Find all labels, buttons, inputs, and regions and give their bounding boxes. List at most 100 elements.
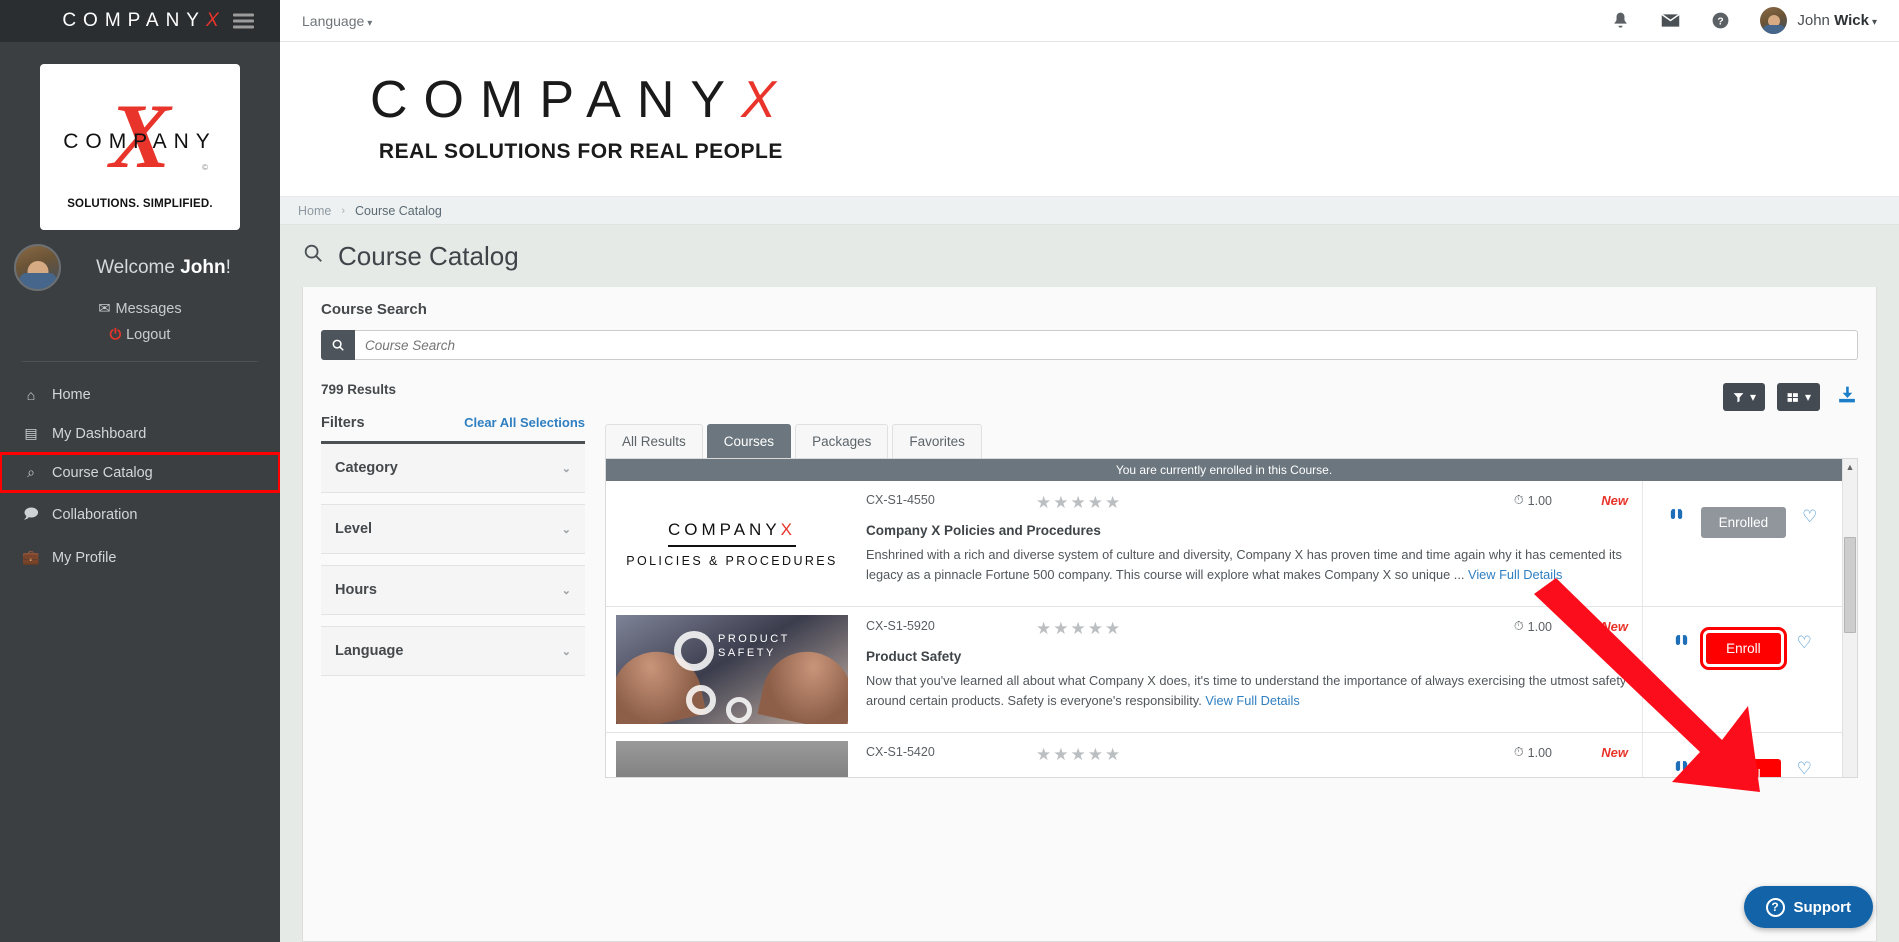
thumbnail-title: PRODUCT SAFETY (718, 633, 790, 661)
avatar (1760, 7, 1788, 34)
filter-button[interactable]: ▾ (1722, 383, 1765, 411)
course-title: Product Safety (866, 649, 962, 664)
tab-packages[interactable]: Packages (795, 424, 889, 458)
favorite-heart-icon[interactable]: ♡ (1802, 507, 1817, 527)
page-header: Course Catalog (280, 225, 1899, 287)
rating-stars[interactable]: ★★★★★ (1036, 493, 1122, 513)
course-title: Introductory Training (866, 775, 1628, 777)
breadcrumb-home[interactable]: Home (298, 204, 331, 218)
sidebar-item-collaboration[interactable]: 🗩 Collaboration (0, 492, 280, 538)
course-search-heading: Course Search (303, 287, 1876, 330)
course-card[interactable]: INTRODUCTORY CX-S1-5420 ★★★★★ ⏱1.00 (606, 733, 1842, 777)
breadcrumb: Home › Course Catalog (280, 197, 1899, 225)
chevron-down-icon: ⌄ (561, 523, 571, 536)
thumbnail-title-main: PRODUCT (718, 633, 790, 645)
view-full-details-link[interactable]: View Full Details (1205, 693, 1299, 708)
rating-stars[interactable]: ★★★★★ (1036, 745, 1122, 765)
favorite-heart-icon[interactable]: ♡ (1797, 633, 1812, 653)
tab-courses[interactable]: Courses (706, 424, 792, 458)
logo-company-text: COMPANY (63, 130, 217, 153)
breadcrumb-current: Course Catalog (355, 203, 442, 218)
sidebar-item-my-dashboard[interactable]: ▤ My Dashboard (0, 414, 280, 453)
filter-language[interactable]: Language ⌄ (321, 626, 585, 676)
hours-value: 1.00 (1527, 745, 1552, 760)
course-search-panel: Course Search 799 Results Filters Clear … (302, 287, 1877, 942)
view-full-details-link[interactable]: View Full Details (1468, 567, 1562, 582)
messages-label: Messages (115, 301, 182, 317)
course-card[interactable]: You are currently enrolled in this Cours… (606, 459, 1842, 607)
favorite-heart-icon[interactable]: ♡ (1797, 759, 1812, 777)
course-hours: ⏱ 1.00 (1514, 745, 1568, 760)
course-hours: ⏱ 1.00 (1514, 619, 1568, 634)
top-bar-right: ? John Wick ▾ (1611, 7, 1877, 34)
support-label: Support (1793, 898, 1852, 916)
chevron-down-icon: ⌄ (561, 584, 571, 597)
enrolled-button[interactable]: Enrolled (1700, 507, 1787, 538)
scrollbar-thumb[interactable] (1844, 537, 1856, 633)
chevron-down-icon: ▾ (1871, 17, 1877, 28)
tab-all-results[interactable]: All Results (605, 424, 703, 458)
filter-hours[interactable]: Hours ⌄ (321, 565, 585, 615)
briefcase-icon: 💼 (22, 549, 40, 565)
course-meta-row: CX-S1-5920 ★★★★★ ⏱ 1.00 New (866, 619, 1628, 639)
tab-favorites[interactable]: Favorites (892, 424, 982, 458)
clear-all-selections-link[interactable]: Clear All Selections (464, 415, 585, 430)
search-row (303, 330, 1876, 360)
course-actions: Enrolled ♡ (1642, 481, 1842, 606)
course-card[interactable]: PRODUCT SAFETY CX-S1-5920 ★★★★★ ⏱ 1.00 N… (606, 607, 1842, 733)
binoculars-icon[interactable] (1668, 507, 1685, 529)
status-badge: New (1601, 493, 1628, 508)
chevron-right-icon: › (341, 204, 346, 217)
course-info: CX-S1-5920 ★★★★★ ⏱ 1.00 New Product Safe… (848, 607, 1642, 732)
logo-copyright-icon: © (202, 163, 208, 172)
filter-label: Hours (335, 582, 377, 598)
app-root: COMPANYX X COMPANY © SOLUTIONS. SIMPLIFI… (0, 0, 1899, 942)
bell-icon[interactable] (1611, 11, 1630, 30)
power-icon: ⏻ (109, 327, 122, 343)
thumbnail-title-accent: X (780, 519, 797, 539)
enroll-button[interactable]: Enroll (1706, 759, 1781, 777)
top-bar: Language ▾ ? John Wick ▾ (280, 0, 1899, 42)
sidebar-item-label: My Profile (52, 549, 117, 566)
course-thumbnail: COMPANYX POLICIES & PROCEDURES (616, 489, 848, 598)
banner-subtitle: REAL SOLUTIONS FOR REAL PEOPLE (378, 140, 783, 163)
filters-header: Filters Clear All Selections (321, 415, 585, 431)
search-submit-button[interactable] (321, 330, 355, 360)
view-options-button[interactable]: ▾ (1776, 383, 1820, 411)
binoculars-icon[interactable] (1673, 759, 1690, 777)
sidebar-item-course-catalog[interactable]: ⌕ Course Catalog (0, 452, 281, 493)
binoculars-icon[interactable] (1673, 633, 1690, 655)
sidebar-brand-name: COMPANY (62, 10, 206, 31)
sidebar-item-home[interactable]: ⌂ Home (0, 376, 280, 414)
book-icon: ▤ (24, 425, 38, 441)
sidebar-logout-link[interactable]: ⏻ Logout (0, 327, 280, 343)
filter-label: Level (335, 521, 373, 537)
enroll-button[interactable]: Enroll (1700, 627, 1787, 670)
banner-title-accent: X (741, 71, 792, 129)
chevron-down-icon: ⌄ (561, 645, 571, 658)
sidebar-brand-text: COMPANYX (54, 10, 225, 32)
envelope-icon[interactable] (1660, 10, 1681, 31)
course-code: CX-S1-5420 (866, 745, 935, 759)
welcome-user-name: John (180, 256, 226, 278)
language-dropdown[interactable]: Language ▾ (302, 13, 372, 29)
user-menu[interactable]: John Wick ▾ (1760, 7, 1877, 34)
hamburger-menu-icon[interactable] (233, 11, 254, 32)
course-list-scrollbar[interactable]: ▲ (1842, 459, 1857, 777)
download-icon[interactable] (1836, 384, 1858, 411)
rating-stars[interactable]: ★★★★★ (1036, 619, 1122, 639)
sidebar-item-my-profile[interactable]: 💼 My Profile (0, 538, 280, 577)
scroll-up-arrow-icon[interactable]: ▲ (1846, 462, 1855, 472)
content-area: Course Search 799 Results Filters Clear … (280, 287, 1899, 942)
search-input[interactable] (355, 330, 1858, 360)
thumbnail-subtitle: POLICIES & PROCEDURES (626, 553, 838, 568)
filter-category[interactable]: Category ⌄ (321, 444, 585, 493)
page-title: Course Catalog (338, 240, 519, 271)
results-count: 799 Results (321, 382, 397, 397)
sidebar-messages-link[interactable]: ✉ Messages (0, 301, 280, 317)
filter-level[interactable]: Level ⌄ (321, 504, 585, 554)
help-icon[interactable]: ? (1711, 11, 1730, 30)
sidebar-item-label: Course Catalog (52, 464, 153, 481)
support-button[interactable]: ? Support (1743, 886, 1873, 928)
gear-icon (674, 631, 714, 671)
